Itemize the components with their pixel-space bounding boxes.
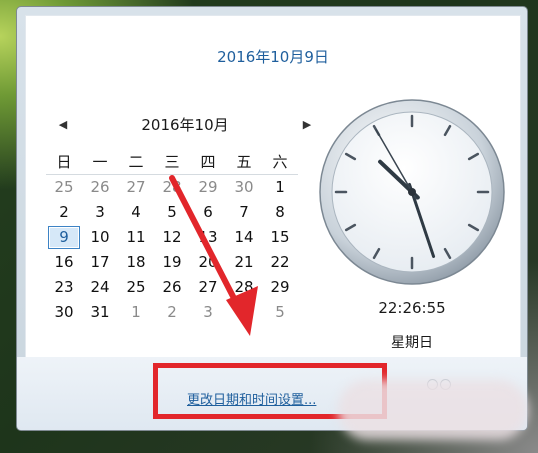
calendar-day[interactable]: 31 xyxy=(82,300,118,325)
calendar-day[interactable]: 25 xyxy=(118,275,154,300)
digital-time: 22:26:55 xyxy=(378,299,446,317)
calendar-day[interactable]: 4 xyxy=(226,300,262,325)
calendar-day[interactable]: 3 xyxy=(190,300,226,325)
calendar-day[interactable]: 28 xyxy=(154,175,190,200)
calendar-day[interactable]: 5 xyxy=(154,200,190,225)
date-time-flyout: 2016年10月9日 ◀ 2016年10月 ▶ 日一二三四五六 25 26 27 28 2… xyxy=(16,6,528,431)
calendar-day[interactable]: 10 xyxy=(82,225,118,250)
calendar-day[interactable]: 6 xyxy=(190,200,226,225)
calendar-day-selected[interactable]: 9 xyxy=(48,226,80,249)
weekday-header: 一 xyxy=(82,150,118,175)
calendar-day[interactable]: 13 xyxy=(190,225,226,250)
calendar-day[interactable]: 15 xyxy=(262,225,298,250)
calendar-day[interactable]: 3 xyxy=(82,200,118,225)
calendar-day[interactable]: 25 xyxy=(46,175,82,200)
weekday-header: 日 xyxy=(46,150,82,175)
full-date-link[interactable]: 2016年10月9日 xyxy=(26,46,520,67)
calendar-day[interactable]: 17 xyxy=(82,250,118,275)
calendar-day[interactable]: 27 xyxy=(190,275,226,300)
calendar-day[interactable]: 28 xyxy=(226,275,262,300)
weekday-label: 星期日 xyxy=(391,335,433,351)
weekday-header: 五 xyxy=(226,150,262,175)
analog-clock xyxy=(319,99,505,285)
clock-center-cap xyxy=(408,188,416,196)
calendar-day[interactable]: 30 xyxy=(46,300,82,325)
calendar-day[interactable]: 21 xyxy=(226,250,262,275)
calendar-grid: 日一二三四五六 25 26 27 28 29 30 1 2 3 4 5 6 7 8 9 10 11 12 13 14 15… xyxy=(46,150,318,325)
flyout-content: 2016年10月9日 ◀ 2016年10月 ▶ 日一二三四五六 25 26 27 28 2… xyxy=(25,15,521,358)
calendar-day[interactable]: 27 xyxy=(118,175,154,200)
weekday-header: 四 xyxy=(190,150,226,175)
calendar-day[interactable]: 8 xyxy=(262,200,298,225)
weekday-header: 二 xyxy=(118,150,154,175)
weekday-header: 三 xyxy=(154,150,190,175)
chevron-left-icon[interactable]: ◀ xyxy=(56,113,70,137)
calendar-day[interactable]: 1 xyxy=(262,175,298,200)
calendar-day[interactable]: 23 xyxy=(46,275,82,300)
calendar-day[interactable]: 18 xyxy=(118,250,154,275)
month-label[interactable]: 2016年10月 xyxy=(96,113,274,137)
calendar-day[interactable]: 29 xyxy=(190,175,226,200)
calendar-day[interactable]: 20 xyxy=(190,250,226,275)
calendar-day[interactable]: 19 xyxy=(154,250,190,275)
calendar-day[interactable]: 4 xyxy=(118,200,154,225)
calendar-day[interactable]: 2 xyxy=(154,300,190,325)
calendar-day[interactable]: 7 xyxy=(226,200,262,225)
calendar-day[interactable]: 12 xyxy=(154,225,190,250)
calendar-day[interactable]: 16 xyxy=(46,250,82,275)
blurred-overlay xyxy=(338,380,528,440)
calendar-day[interactable]: 14 xyxy=(226,225,262,250)
calendar-day[interactable]: 30 xyxy=(226,175,262,200)
calendar-day[interactable]: 2 xyxy=(46,200,82,225)
calendar-day[interactable]: 22 xyxy=(262,250,298,275)
calendar-day[interactable]: 1 xyxy=(118,300,154,325)
weekday-header: 六 xyxy=(262,150,298,175)
calendar-day[interactable]: 26 xyxy=(154,275,190,300)
calendar-day[interactable]: 26 xyxy=(82,175,118,200)
calendar-day[interactable]: 29 xyxy=(262,275,298,300)
chevron-right-icon[interactable]: ▶ xyxy=(300,113,314,137)
calendar-day[interactable]: 24 xyxy=(82,275,118,300)
calendar-navigation: ◀ 2016年10月 ▶ xyxy=(56,113,314,137)
calendar-day[interactable]: 5 xyxy=(262,300,298,325)
change-date-time-settings-link[interactable]: 更改日期和时间设置... xyxy=(187,389,316,408)
calendar-day[interactable]: 11 xyxy=(118,225,154,250)
